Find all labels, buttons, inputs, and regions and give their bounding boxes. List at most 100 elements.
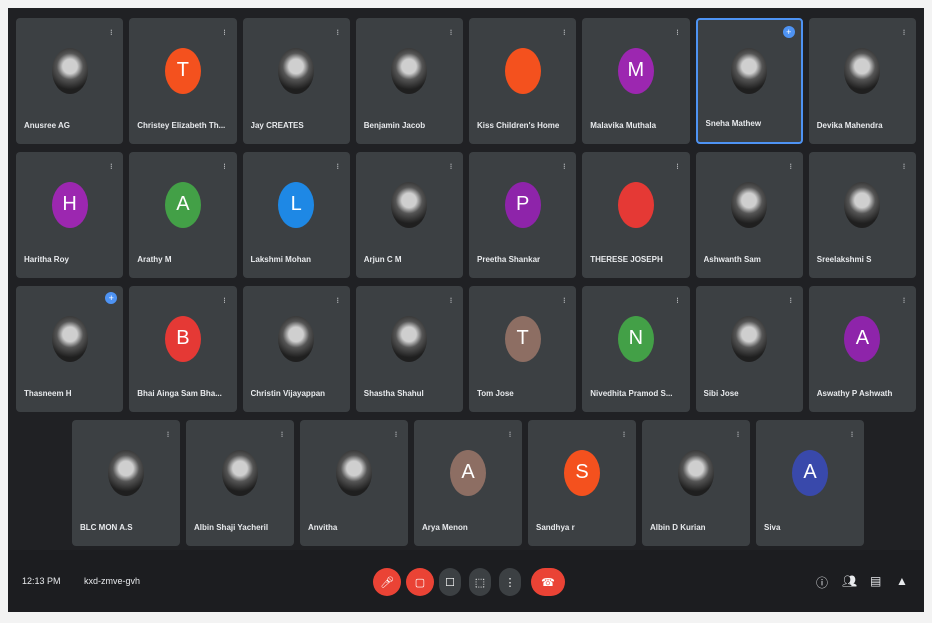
- participant-name: Albin D Kurian: [650, 523, 706, 532]
- participant-avatar: [844, 181, 881, 228]
- participant-avatar: [391, 181, 428, 228]
- mic-muted-icon: ⁝: [166, 430, 170, 439]
- participant-avatar: [391, 47, 428, 94]
- captions-icon: ☐: [445, 576, 455, 589]
- participant-avatar: N: [617, 315, 654, 362]
- more-options-button[interactable]: ⋮: [499, 568, 521, 596]
- mic-muted-icon: ⁝: [902, 162, 906, 171]
- mic-muted-icon: ⁝: [449, 296, 453, 305]
- participant-avatar: A: [164, 181, 201, 228]
- avatar-initial: M: [627, 59, 645, 82]
- participant-name: Arjun C M: [363, 255, 402, 264]
- participant-tile[interactable]: N ⁝ Nivedhita Pramod S...: [582, 286, 690, 412]
- participant-tile[interactable]: H ⁝ Haritha Roy: [16, 152, 124, 278]
- participant-tile[interactable]: A ⁝ Arathy M: [129, 152, 237, 278]
- avatar-initial: A: [855, 327, 870, 350]
- participant-tile[interactable]: T ⁝ Christey Elizabeth Th...: [129, 18, 237, 144]
- participant-tile[interactable]: ⁝ Shastha Shahul: [355, 286, 463, 412]
- participant-tile[interactable]: ⁝ Devika Mahendra: [808, 18, 917, 144]
- mic-muted-icon: ⁝: [336, 162, 340, 171]
- participant-name: Kiss Children's Home: [477, 121, 560, 130]
- grid-row: ⁝ Anusree AG T ⁝ Christey Elizabeth Th... ⁝ Ja…: [16, 18, 917, 144]
- participant-tile[interactable]: ⁝ Benjamin Jacob: [355, 18, 463, 144]
- participant-tile[interactable]: ⁝Sneha Mathew+: [695, 18, 803, 144]
- people-icon[interactable]: 👥︎: [842, 574, 857, 588]
- participant-tile[interactable]: P ⁝ Preetha Shankar: [469, 152, 577, 278]
- participant-tile[interactable]: ⁝Thasneem H+: [16, 286, 124, 412]
- mic-muted-icon: ⁝: [223, 296, 226, 305]
- mic-muted-icon: ⁝: [562, 28, 566, 37]
- avatar-initial: B: [176, 327, 190, 350]
- participant-tile[interactable]: ⁝ Jay CREATES: [242, 18, 350, 144]
- mic-muted-icon: ⁝: [336, 28, 340, 37]
- participant-name: Thasneem H: [24, 389, 72, 398]
- participant-tile[interactable]: L ⁝ Lakshmi Mohan: [242, 152, 350, 278]
- participant-name: Christey Elizabeth Th...: [137, 121, 226, 130]
- participant-tile[interactable]: ⁝ Anusree AG: [16, 18, 124, 144]
- participant-name: Sreelakshmi S: [816, 255, 872, 264]
- participant-avatar: [51, 47, 88, 94]
- avatar-initial: T: [176, 59, 189, 82]
- avatar-initial: H: [62, 193, 77, 216]
- participant-avatar: [731, 48, 768, 95]
- participant-tile[interactable]: M ⁝ Malavika Muthala: [582, 18, 690, 144]
- info-icon[interactable]: ⓘ: [816, 574, 828, 591]
- participant-avatar: [278, 47, 315, 94]
- participant-tile[interactable]: B ⁝ Bhai Ainga Sam Bha...: [129, 286, 237, 412]
- participant-avatar: P: [504, 181, 541, 228]
- participant-name: Shastha Shahul: [363, 389, 424, 398]
- leave-call-button[interactable]: ☎: [531, 568, 565, 596]
- participant-name: Sandhya r: [536, 523, 575, 532]
- mic-muted-icon: ⁝: [676, 28, 679, 37]
- participant-name: Tom Jose: [477, 389, 514, 398]
- camera-toggle-button[interactable]: ▢: [406, 568, 434, 596]
- participant-name: Arathy M: [137, 255, 172, 264]
- participant-tile[interactable]: T ⁝ Tom Jose: [469, 286, 577, 412]
- participant-name: Malavika Muthala: [590, 121, 657, 130]
- mic-muted-icon: ⁝: [449, 162, 453, 171]
- participant-tile[interactable]: S ⁝ Sandhya r: [528, 420, 636, 546]
- mic-muted-icon: ⁝: [562, 162, 566, 171]
- participant-tile[interactable]: ⁝ Christin Vijayappan: [242, 286, 350, 412]
- participant-tile[interactable]: ⁝ Kiss Children's Home: [469, 18, 577, 144]
- participant-tile[interactable]: A ⁝ Siva: [756, 420, 864, 546]
- grid-row: ⁝ BLC MON A.S ⁝ Albin Shaji Yacheril ⁝ Anvith…: [16, 420, 916, 546]
- participant-name: Arya Menon: [422, 523, 468, 532]
- participant-tile[interactable]: ⁝ Anvitha: [300, 420, 408, 546]
- participant-name: BLC MON A.S: [80, 523, 133, 532]
- mic-toggle-button[interactable]: 🎤︎: [373, 568, 401, 596]
- participant-tile[interactable]: ⁝ Albin Shaji Yacheril: [186, 420, 294, 546]
- participant-tile[interactable]: ⁝ THERESE JOSEPH: [582, 152, 690, 278]
- pin-icon[interactable]: +: [105, 292, 118, 304]
- participant-tile[interactable]: ⁝ Ashwanth Sam: [695, 152, 803, 278]
- participant-avatar: B: [164, 315, 201, 362]
- pin-icon[interactable]: +: [782, 26, 795, 38]
- participant-avatar: [391, 315, 428, 362]
- participant-name: Benjamin Jacob: [363, 121, 426, 130]
- participant-tile[interactable]: ⁝ Sreelakshmi S: [808, 152, 916, 278]
- avatar-initial: T: [516, 327, 529, 350]
- participant-name: Preetha Shankar: [477, 255, 541, 264]
- participant-name: Jay CREATES: [250, 121, 304, 130]
- participant-tile[interactable]: A ⁝ Arya Menon: [414, 420, 522, 546]
- meeting-window: ⁝ Anusree AG T ⁝ Christey Elizabeth Th... ⁝ Ja…: [8, 8, 924, 612]
- mic-muted-icon: ⁝: [902, 296, 906, 305]
- avatar-initial: N: [628, 327, 644, 350]
- participant-avatar: H: [51, 181, 88, 228]
- participant-tile[interactable]: ⁝ Sibi Jose: [695, 286, 803, 412]
- mic-muted-icon: ⁝: [736, 430, 740, 439]
- participant-avatar: [504, 47, 541, 94]
- present-button[interactable]: ⬚: [469, 568, 491, 596]
- participant-name: Anusree AG: [24, 121, 70, 130]
- chat-icon[interactable]: ▤: [870, 574, 881, 588]
- participant-avatar: [731, 181, 768, 228]
- participant-tile[interactable]: ⁝ Arjun C M: [355, 152, 463, 278]
- mic-muted-icon: ⁝: [902, 28, 906, 37]
- participant-tile[interactable]: ⁝ BLC MON A.S: [72, 420, 180, 546]
- activities-icon[interactable]: ▲: [896, 574, 908, 588]
- participant-tile[interactable]: A ⁝ Aswathy P Ashwath: [808, 286, 916, 412]
- mic-muted-icon: ⁝: [109, 28, 113, 37]
- participant-tile[interactable]: ⁝ Albin D Kurian: [642, 420, 750, 546]
- mic-muted-icon: ⁝: [280, 430, 284, 439]
- captions-button[interactable]: ☐: [439, 568, 461, 596]
